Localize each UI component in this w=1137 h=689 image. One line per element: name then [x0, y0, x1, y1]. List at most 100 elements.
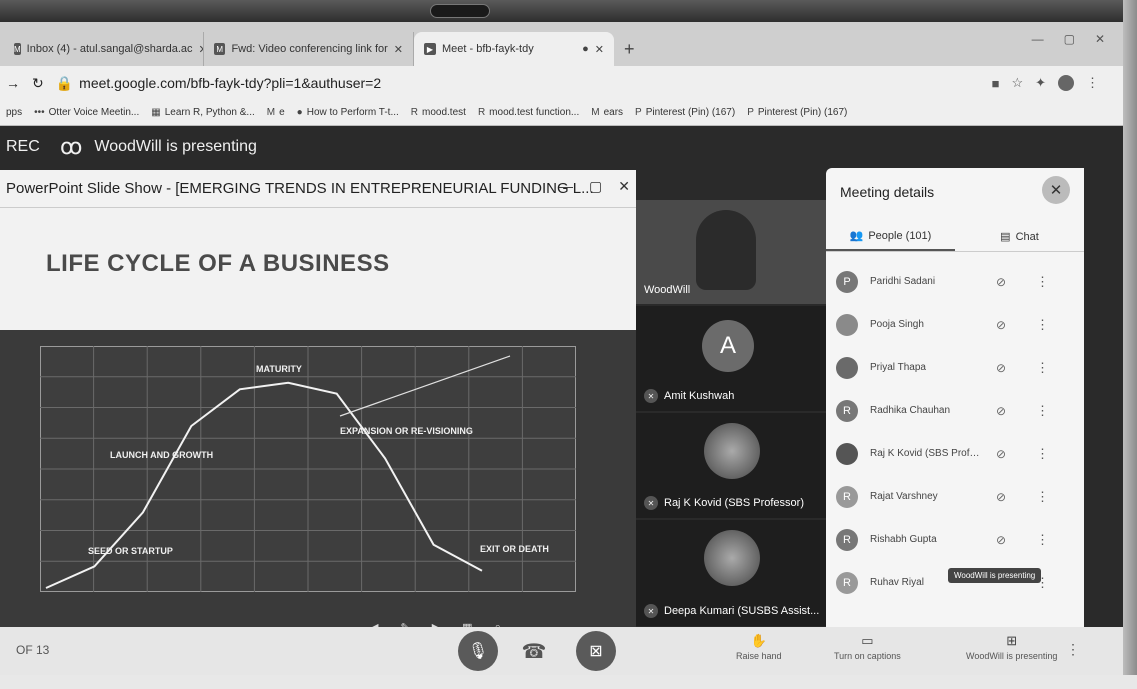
gmail-icon: M [266, 107, 276, 118]
list-item[interactable]: Raj K Kovid (SBS Profes... ⊘ ⋮ [826, 432, 1084, 475]
tab-label: Meet - bfb-fayk-tdy [442, 43, 534, 55]
more-options-icon[interactable]: ⋮ [1036, 489, 1049, 505]
bookmark-label: pps [6, 107, 23, 118]
meeting-details-panel: Meeting details ✕ 👥 People (101) ▤ Chat PP… [826, 168, 1084, 628]
avatar [704, 530, 760, 586]
presentation-bar: REC ꝏ WoodWill is presenting [0, 126, 820, 168]
camera-status-icon[interactable]: ■ [992, 76, 1000, 91]
list-item[interactable]: P Paridhi Sadani ⊘ ⋮ [826, 260, 1084, 303]
mic-off-icon: ✕ [644, 604, 658, 618]
window-controls: — ▢ ✕ [1032, 32, 1105, 46]
ppt-window-title: PowerPoint Slide Show - [EMERGING TRENDS… [0, 170, 636, 208]
gmail-icon: M [14, 43, 21, 55]
circle-icon: ● [296, 107, 303, 118]
avatar: R [836, 528, 858, 551]
list-item[interactable]: R Rishabh Gupta ⊘ ⋮ [826, 518, 1084, 561]
minimize-icon[interactable]: — [1032, 32, 1044, 46]
more-options-icon[interactable]: ⋮ [1066, 641, 1080, 658]
more-options-icon[interactable]: ⋮ [1036, 446, 1049, 462]
screen-bezel-top [0, 0, 1137, 22]
person-name: Pooja Singh [870, 319, 924, 330]
bookmark-label: Pinterest (Pin) (167) [645, 107, 736, 118]
present-label: WoodWill is presenting [966, 651, 1058, 661]
close-icon[interactable]: ✕ [394, 43, 403, 56]
more-options-icon[interactable]: ⋮ [1036, 274, 1049, 290]
bookmark-t-test[interactable]: ● How to Perform T-t... [297, 107, 399, 118]
tab-people[interactable]: 👥 People (101) [826, 222, 955, 251]
extension-pin-icon[interactable]: ✦ [1035, 75, 1046, 91]
bookmark-learn-r[interactable]: ▦ Learn R, Python &... [151, 107, 255, 118]
gmail-icon: M [214, 43, 226, 55]
slide-heading: LIFE CYCLE OF A BUSINESS [46, 250, 390, 277]
list-item[interactable]: Priyal Thapa ⊘ ⋮ [826, 346, 1084, 389]
list-item[interactable]: Pooja Singh ⊘ ⋮ [826, 303, 1084, 346]
person-name: Paridhi Sadani [870, 276, 936, 287]
more-options-icon[interactable]: ⋮ [1036, 360, 1049, 376]
panel-title: Meeting details [840, 184, 935, 200]
video-tile-raj[interactable]: ✕ Raj K Kovid (SBS Professor) [636, 413, 826, 518]
bookmark-mood-test-function[interactable]: Rmood.test function... [478, 107, 579, 118]
bookmark-ears[interactable]: Mears [591, 107, 623, 118]
avatar [836, 442, 858, 465]
bookmark-label: mood.test function... [489, 107, 580, 118]
close-window-icon[interactable]: ✕ [1095, 32, 1105, 46]
address-bar: → ↻ 🔒 meet.google.com/bfb-fayk-tdy?pli=1… [0, 66, 1123, 100]
profile-avatar[interactable] [1058, 75, 1074, 91]
person-name: Priyal Thapa [870, 362, 926, 373]
present-button[interactable]: ⊞ WoodWill is presenting [966, 633, 1057, 661]
new-tab-button[interactable]: + [614, 32, 645, 66]
raise-hand-button[interactable]: ✋ Raise hand [736, 633, 782, 661]
slide-count: OF 13 [16, 643, 50, 657]
more-options-icon[interactable]: ⋮ [1036, 403, 1049, 419]
bookmarks-bar: pps ••• Otter Voice Meetin... ▦ Learn R, P… [0, 100, 1123, 126]
captions-button[interactable]: ▭ Turn on captions [834, 633, 901, 661]
camera-toggle-button[interactable]: ⊠ [576, 631, 616, 671]
list-item[interactable]: R Rajat Varshney ⊘ ⋮ [826, 475, 1084, 518]
person-name: Rajat Varshney [870, 491, 938, 502]
more-options-icon[interactable]: ⋮ [1036, 532, 1049, 548]
url-text: meet.google.com/bfb-fayk-tdy?pli=1&authu… [79, 75, 382, 91]
bookmark-pinterest-1[interactable]: P Pinterest (Pin) (167) [635, 107, 735, 118]
mic-off-icon: 🎙 [467, 643, 489, 660]
star-icon[interactable]: ☆ [1011, 75, 1023, 91]
video-tile-woodwill[interactable]: WoodWill [636, 200, 826, 304]
chat-icon: ▤ [1000, 231, 1011, 243]
screen-bezel-right [1123, 0, 1137, 689]
close-panel-button[interactable]: ✕ [1042, 176, 1070, 204]
participant-name: Deepa Kumari (SUSBS Assist... [664, 605, 820, 617]
mic-off-icon: ⊘ [996, 532, 1007, 547]
tab-fwd-video[interactable]: M Fwd: Video conferencing link for ✕ [204, 32, 414, 66]
mic-off-icon: ✕ [644, 389, 658, 403]
video-tile-deepa[interactable]: ✕ Deepa Kumari (SUSBS Assist... [636, 520, 826, 626]
presenting-icon: ꝏ [60, 134, 83, 159]
tab-meet[interactable]: ▶ Meet - bfb-fayk-tdy ● ✕ [414, 32, 614, 66]
bookmark-gmail[interactable]: Me [267, 107, 285, 118]
course-icon: ▦ [151, 107, 161, 118]
menu-icon[interactable]: ⋮ [1086, 75, 1099, 91]
tab-chat[interactable]: ▤ Chat [955, 222, 1084, 251]
close-icon[interactable]: ✕ [595, 43, 604, 56]
tab-inbox[interactable]: M Inbox (4) - atul.sangal@sharda.ac ✕ [4, 32, 204, 66]
bookmark-mood-test[interactable]: Rmood.test [411, 107, 466, 118]
bookmark-otter[interactable]: ••• Otter Voice Meetin... [34, 107, 139, 118]
video-tile-amit[interactable]: A ✕ Amit Kushwah [636, 306, 826, 411]
list-item[interactable]: R Radhika Chauhan ⊘ ⋮ [826, 389, 1084, 432]
bookmark-apps[interactable]: pps [6, 107, 22, 118]
bookmark-pinterest-2[interactable]: P Pinterest (Pin) (167) [747, 107, 847, 118]
hang-up-button[interactable]: ☎ [512, 631, 556, 671]
bookmark-label: Pinterest (Pin) (167) [757, 107, 848, 118]
camera-off-icon: ⊠ [589, 643, 603, 660]
maximize-icon[interactable]: ▢ [1064, 32, 1075, 46]
mic-off-icon: ⊘ [996, 446, 1007, 461]
mic-off-icon: ⊘ [996, 317, 1007, 332]
mic-off-icon: ⊘ [996, 403, 1007, 418]
bookmark-label: ears [603, 107, 624, 118]
more-options-icon[interactable]: ⋮ [1036, 317, 1049, 333]
forward-icon[interactable]: → [6, 75, 20, 91]
annotation-launch: LAUNCH AND GROWTH [110, 450, 213, 460]
reload-icon[interactable]: ↻ [32, 75, 44, 92]
tab-label: Fwd: Video conferencing link for [231, 43, 388, 55]
mic-toggle-button[interactable]: 🎙 [458, 631, 498, 671]
avatar [704, 423, 760, 479]
url-field[interactable]: 🔒 meet.google.com/bfb-fayk-tdy?pli=1&aut… [56, 75, 381, 92]
